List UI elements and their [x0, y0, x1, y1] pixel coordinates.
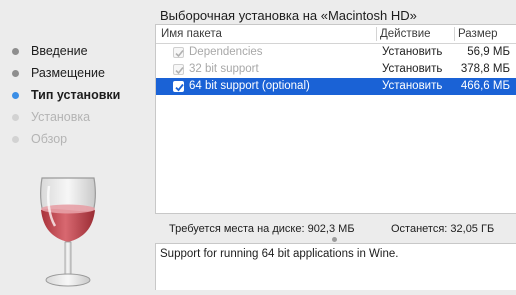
table-row[interactable]: Dependencies Установить 56,9 МБ: [156, 44, 516, 61]
checkmark-icon: [175, 83, 184, 92]
step-dot-icon: [12, 114, 19, 121]
package-description: Support for running 64 bit applications …: [155, 243, 516, 290]
disk-space-info: Требуется места на диске: 902,3 МБ Остан…: [155, 220, 516, 238]
package-name: 32 bit support: [189, 63, 259, 75]
step-dot-icon: [12, 92, 19, 99]
package-size: 56,9 МБ: [467, 46, 510, 58]
checkmark-icon: [175, 66, 184, 75]
checkmark-icon: [175, 49, 184, 58]
step-label: Введение: [31, 44, 88, 58]
package-action: Установить: [382, 63, 443, 75]
wine-glass-icon: [28, 172, 108, 295]
package-size: 466,6 МБ: [460, 80, 510, 92]
column-divider: [454, 27, 455, 41]
step-summary: Обзор: [12, 128, 120, 150]
package-size: 378,8 МБ: [460, 63, 510, 75]
package-checkbox: [173, 64, 184, 75]
space-required: Требуется места на диске: 902,3 МБ: [169, 223, 355, 235]
column-divider: [376, 27, 377, 41]
package-table[interactable]: Имя пакета Действие Размер Dependencies …: [155, 24, 516, 214]
step-destination: Размещение: [12, 62, 120, 84]
step-label: Размещение: [31, 66, 105, 80]
package-name: 64 bit support (optional): [189, 80, 310, 92]
package-action: Установить: [382, 46, 443, 58]
step-label: Установка: [31, 110, 91, 124]
step-label: Обзор: [31, 132, 68, 146]
step-dot-icon: [12, 136, 19, 143]
package-checkbox: [173, 47, 184, 58]
step-introduction: Введение: [12, 40, 120, 62]
table-row[interactable]: 32 bit support Установить 378,8 МБ: [156, 61, 516, 78]
table-row[interactable]: 64 bit support (optional) Установить 466…: [156, 78, 516, 95]
table-header: Имя пакета Действие Размер: [156, 25, 516, 44]
package-name: Dependencies: [189, 46, 263, 58]
splitter-handle[interactable]: [332, 237, 337, 242]
step-dot-icon: [12, 70, 19, 77]
column-header-action[interactable]: Действие: [380, 25, 431, 43]
step-label: Тип установки: [31, 88, 121, 102]
step-installation-type: Тип установки: [12, 84, 120, 106]
installer-steps: Введение Размещение Тип установки Устано…: [12, 40, 120, 150]
column-header-size[interactable]: Размер: [458, 25, 498, 43]
page-title: Выборочная установка на «Macintosh HD»: [160, 8, 417, 23]
column-header-name[interactable]: Имя пакета: [161, 25, 222, 43]
step-dot-icon: [12, 48, 19, 55]
installer-sidebar: Введение Размещение Тип установки Устано…: [0, 0, 150, 290]
step-installation: Установка: [12, 106, 120, 128]
package-checkbox[interactable]: [173, 81, 184, 92]
package-action: Установить: [382, 80, 443, 92]
space-remaining: Останется: 32,05 ГБ: [391, 223, 495, 235]
